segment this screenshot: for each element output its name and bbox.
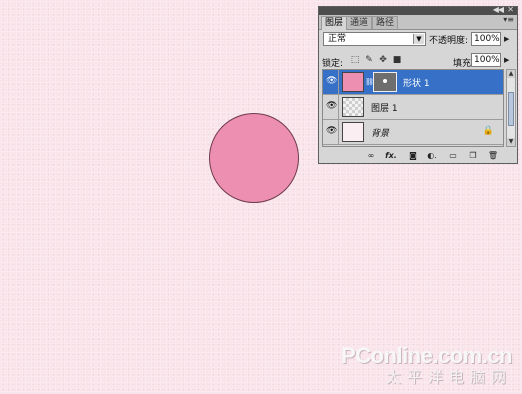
- tab-channels[interactable]: 通道: [346, 16, 373, 29]
- watermark: PConline.com.cn 太平洋电脑网: [341, 343, 512, 387]
- collapse-icon[interactable]: ◀◀: [493, 5, 504, 14]
- lock-icon: 🔒: [482, 126, 494, 136]
- watermark-site: PConline.com.cn: [341, 343, 512, 368]
- opacity-arrow-icon[interactable]: ▶: [504, 35, 509, 43]
- scroll-down-icon[interactable]: ▼: [507, 138, 515, 146]
- tab-paths[interactable]: 路径: [372, 16, 399, 29]
- lock-all-icon[interactable]: ■: [392, 55, 402, 65]
- layers-list: 👁 ⛓ 形状 1 👁 图层 1 👁 背景 🔒: [322, 69, 504, 147]
- fill-arrow-icon[interactable]: ▶: [504, 56, 509, 64]
- panel-menu-icon[interactable]: ▾≡: [503, 15, 514, 24]
- layer-thumbnail: [342, 97, 364, 117]
- new-layer-icon[interactable]: ❐: [467, 150, 479, 161]
- eye-icon[interactable]: 👁: [326, 126, 337, 136]
- panel-footer: ∞ fx. ◙ ◐. ▭ ❐ 🗑: [319, 149, 517, 163]
- link-layers-icon[interactable]: ∞: [365, 150, 377, 161]
- eye-icon[interactable]: 👁: [326, 76, 337, 86]
- layer-thumbnail: [342, 72, 364, 92]
- lock-label: 锁定:: [322, 59, 344, 69]
- lock-move-icon[interactable]: ✥: [378, 55, 388, 65]
- layer-row-layer1[interactable]: 👁 图层 1: [323, 95, 503, 120]
- blend-mode-value: 正常: [328, 34, 347, 44]
- group-icon[interactable]: ▭: [447, 150, 459, 161]
- panel-titlebar[interactable]: ◀◀ ✕: [319, 5, 517, 15]
- chevron-down-icon: ▼: [413, 34, 424, 44]
- layers-panel: ◀◀ ✕ 图层 通道 路径 ▾≡ 正常 ▼ 不透明度: 100% ▶ 锁定: ⬚…: [318, 5, 518, 164]
- eye-icon[interactable]: 👁: [326, 101, 337, 111]
- blend-mode-select[interactable]: 正常 ▼: [323, 32, 426, 46]
- fill-field[interactable]: 100%: [471, 53, 501, 67]
- watermark-chinese: 太平洋电脑网: [385, 368, 512, 386]
- opacity-field[interactable]: 100%: [471, 32, 501, 46]
- fx-icon[interactable]: fx.: [385, 150, 397, 161]
- mask-icon[interactable]: ◙: [407, 150, 419, 161]
- vector-mask-thumbnail: [373, 72, 397, 92]
- pink-circle-shape[interactable]: [209, 113, 299, 203]
- layer-row-shape[interactable]: 👁 ⛓ 形状 1: [323, 70, 503, 95]
- layer-name: 形状 1: [403, 79, 430, 89]
- layer-name: 图层 1: [371, 104, 398, 114]
- close-icon[interactable]: ✕: [507, 5, 514, 14]
- lock-transparency-icon[interactable]: ⬚: [350, 55, 360, 65]
- tab-layers[interactable]: 图层: [321, 16, 348, 30]
- lock-brush-icon[interactable]: ✎: [364, 55, 374, 65]
- scroll-up-icon[interactable]: ▲: [507, 70, 515, 78]
- layers-scrollbar[interactable]: ▲ ▼: [506, 69, 516, 147]
- layer-name: 背景: [371, 129, 390, 139]
- scrollbar-thumb[interactable]: [508, 92, 514, 126]
- panel-tabs: 图层 通道 路径: [319, 15, 517, 30]
- layer-row-background[interactable]: 👁 背景 🔒: [323, 120, 503, 145]
- adjustment-icon[interactable]: ◐.: [426, 150, 438, 161]
- trash-icon[interactable]: 🗑: [487, 150, 499, 161]
- layer-thumbnail: [342, 122, 364, 142]
- opacity-label: 不透明度:: [429, 36, 469, 46]
